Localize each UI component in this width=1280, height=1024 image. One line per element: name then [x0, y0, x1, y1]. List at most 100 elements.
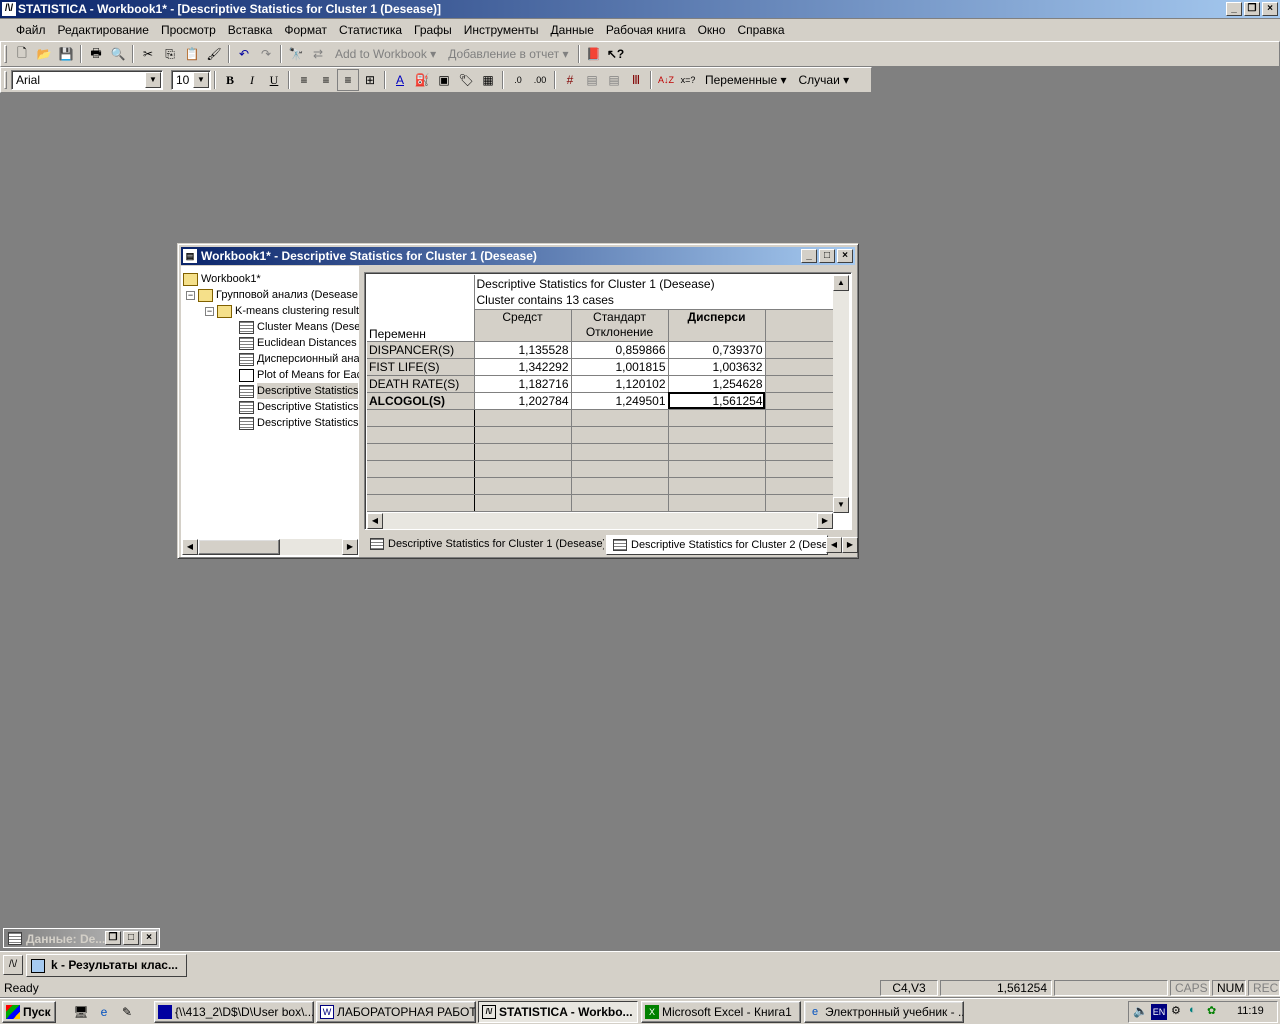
scroll-right-icon[interactable]: ▶	[817, 513, 833, 529]
menu-insert[interactable]: Вставка	[222, 23, 279, 37]
tray-gear-icon[interactable]: ✿	[1207, 1004, 1216, 1017]
workbook-icon[interactable]: ▤	[183, 249, 197, 263]
var-icon-2[interactable]: ▤	[603, 69, 625, 91]
spreadsheet-grid[interactable]: Переменн Descriptive Statistics for Clus…	[364, 272, 852, 530]
tree-node[interactable]: − K-means clustering result	[205, 303, 359, 319]
format-painter-icon[interactable]: 🖌	[203, 43, 225, 65]
replace-icon[interactable]: ⇄	[307, 43, 329, 65]
statistica-app-icon[interactable]: /\/	[2, 2, 16, 16]
menu-statistics[interactable]: Статистика	[333, 23, 408, 37]
tree-node[interactable]: Euclidean Distances b	[239, 335, 359, 351]
scroll-up-icon[interactable]: ▲	[833, 275, 849, 291]
task-explorer[interactable]: {\\413_2\D$\D\User box\...	[154, 1001, 314, 1023]
collapse-icon[interactable]: −	[186, 290, 195, 300]
table-cell[interactable]: 0,859866	[571, 341, 669, 359]
table-cell[interactable]: 1,003632	[668, 358, 766, 376]
start-button[interactable]: Пуск	[2, 1001, 56, 1023]
row-header[interactable]: DEATH RATE(S)	[367, 375, 475, 393]
minimized-data-window[interactable]: Данные: De... ❐ □ ×	[3, 928, 160, 948]
close-button[interactable]: ×	[1262, 2, 1278, 16]
table-cell[interactable]: 1,254628	[668, 375, 766, 393]
borders-icon[interactable]: ▣	[433, 69, 455, 91]
workbook-tree[interactable]: Workbook1* − Групповой анализ (Desease −…	[181, 266, 359, 557]
italic-button[interactable]: I	[241, 69, 263, 91]
scroll-down-icon[interactable]: ▼	[833, 497, 849, 513]
copy-icon[interactable]: ⎘	[159, 43, 181, 65]
grid-horizontal-scrollbar[interactable]: ◀ ▶	[367, 513, 833, 529]
var-specs-icon[interactable]: ▤	[581, 69, 603, 91]
gridlines-icon[interactable]: ▦	[477, 69, 499, 91]
grid-vertical-scrollbar[interactable]: ▲ ▼	[833, 275, 849, 513]
table-cell[interactable]: 0,739370	[668, 341, 766, 359]
font-size-combo[interactable]: 10 ▼	[171, 70, 211, 90]
minimize-button[interactable]: _	[801, 249, 817, 263]
toolbar-grip[interactable]	[4, 45, 7, 63]
align-left-icon[interactable]: ≡	[293, 69, 315, 91]
restore-button[interactable]: ❐	[1244, 2, 1260, 16]
save-icon[interactable]: 💾	[55, 43, 77, 65]
task-statistica[interactable]: /\/ STATISTICA - Workbo...	[478, 1001, 638, 1023]
menu-window[interactable]: Окно	[692, 23, 732, 37]
align-center-icon[interactable]: ≡	[315, 69, 337, 91]
tree-node[interactable]: − Групповой анализ (Desease	[186, 287, 358, 303]
row-header[interactable]: FIST LIFE(S)	[367, 358, 475, 376]
language-indicator[interactable]: EN	[1151, 1004, 1167, 1020]
context-help-icon[interactable]: ↖?	[605, 43, 627, 65]
table-cell[interactable]: 1,202784	[474, 392, 572, 410]
increase-decimal-icon[interactable]: .0	[507, 69, 529, 91]
cut-icon[interactable]: ✂	[137, 43, 159, 65]
hash-icon[interactable]: #	[559, 69, 581, 91]
tree-node-selected[interactable]: Descriptive Statistics	[239, 383, 359, 399]
statistica-app-icon[interactable]: /\/	[3, 955, 23, 975]
column-header-std-dev[interactable]: Стандарт Отклонение	[571, 309, 669, 342]
task-word[interactable]: W ЛАБОРАТОРНАЯ РАБОТ...	[316, 1001, 476, 1023]
show-desktop-icon[interactable]: 🖥	[70, 1001, 92, 1023]
font-color-icon[interactable]: A	[389, 69, 411, 91]
table-cell[interactable]: 1,342292	[474, 358, 572, 376]
align-right-icon[interactable]: ≡	[337, 69, 359, 91]
column-header-mean[interactable]: Средст	[474, 309, 572, 342]
tree-node[interactable]: Workbook1*	[183, 271, 261, 287]
row-header[interactable]: DISPANCER(S)	[367, 341, 475, 359]
row-header[interactable]: ALCOGOL(S)	[367, 392, 475, 410]
variables-menu-button[interactable]: Переменные ▾	[699, 73, 792, 87]
menu-tools[interactable]: Инструменты	[458, 23, 545, 37]
toolbar-grip[interactable]	[4, 71, 7, 89]
scroll-left-icon[interactable]: ◀	[367, 513, 383, 529]
menu-data[interactable]: Данные	[545, 23, 600, 37]
tab-scroll-left-icon[interactable]: ◀	[826, 537, 842, 553]
add-to-report-button[interactable]: Добавление в отчет ▾	[442, 47, 574, 61]
menu-workbook[interactable]: Рабочая книга	[600, 23, 692, 37]
app-title-bar[interactable]: /\/ STATISTICA - Workbook1* - [Descripti…	[0, 0, 1280, 18]
task-excel[interactable]: X Microsoft Excel - Книга1	[641, 1001, 801, 1023]
redo-icon[interactable]: ↷	[255, 43, 277, 65]
minimize-button[interactable]: _	[1226, 2, 1242, 16]
add-to-workbook-button[interactable]: Add to Workbook ▾	[329, 47, 442, 61]
restore-button[interactable]: ❐	[105, 931, 121, 945]
undo-icon[interactable]: ↶	[233, 43, 255, 65]
table-cell[interactable]: 1,249501	[571, 392, 669, 410]
column-header-variance[interactable]: Дисперси	[668, 309, 766, 342]
cases-menu-button[interactable]: Случаи ▾	[792, 73, 855, 87]
paste-icon[interactable]: 📋	[181, 43, 203, 65]
tab-cluster-1[interactable]: Descriptive Statistics for Cluster 1 (De…	[364, 535, 604, 555]
table-cell[interactable]: 1,001815	[571, 358, 669, 376]
menu-file[interactable]: Файл	[10, 23, 52, 37]
chevron-down-icon[interactable]: ▼	[193, 72, 209, 88]
task-browser[interactable]: e Электронный учебник - ...	[804, 1001, 964, 1023]
underline-button[interactable]: U	[263, 69, 285, 91]
collapse-icon[interactable]: −	[205, 306, 214, 316]
menu-edit[interactable]: Редактирование	[52, 23, 155, 37]
tag-icon[interactable]: 🏷	[455, 69, 477, 91]
tree-node[interactable]: Plot of Means for Eac	[239, 367, 359, 383]
menu-help[interactable]: Справка	[731, 23, 790, 37]
tab-scroll-right-icon[interactable]: ▶	[842, 537, 858, 553]
open-icon[interactable]: 📂	[33, 43, 55, 65]
sort-icon[interactable]: A↓Z	[655, 69, 677, 91]
table-cell[interactable]: 1,135528	[474, 341, 572, 359]
internet-explorer-icon[interactable]: e	[93, 1001, 115, 1023]
maximize-button[interactable]: □	[123, 931, 139, 945]
fill-color-icon[interactable]: ⛽	[411, 69, 433, 91]
scroll-right-icon[interactable]: ▶	[342, 539, 358, 555]
decrease-decimal-icon[interactable]: .00	[529, 69, 551, 91]
